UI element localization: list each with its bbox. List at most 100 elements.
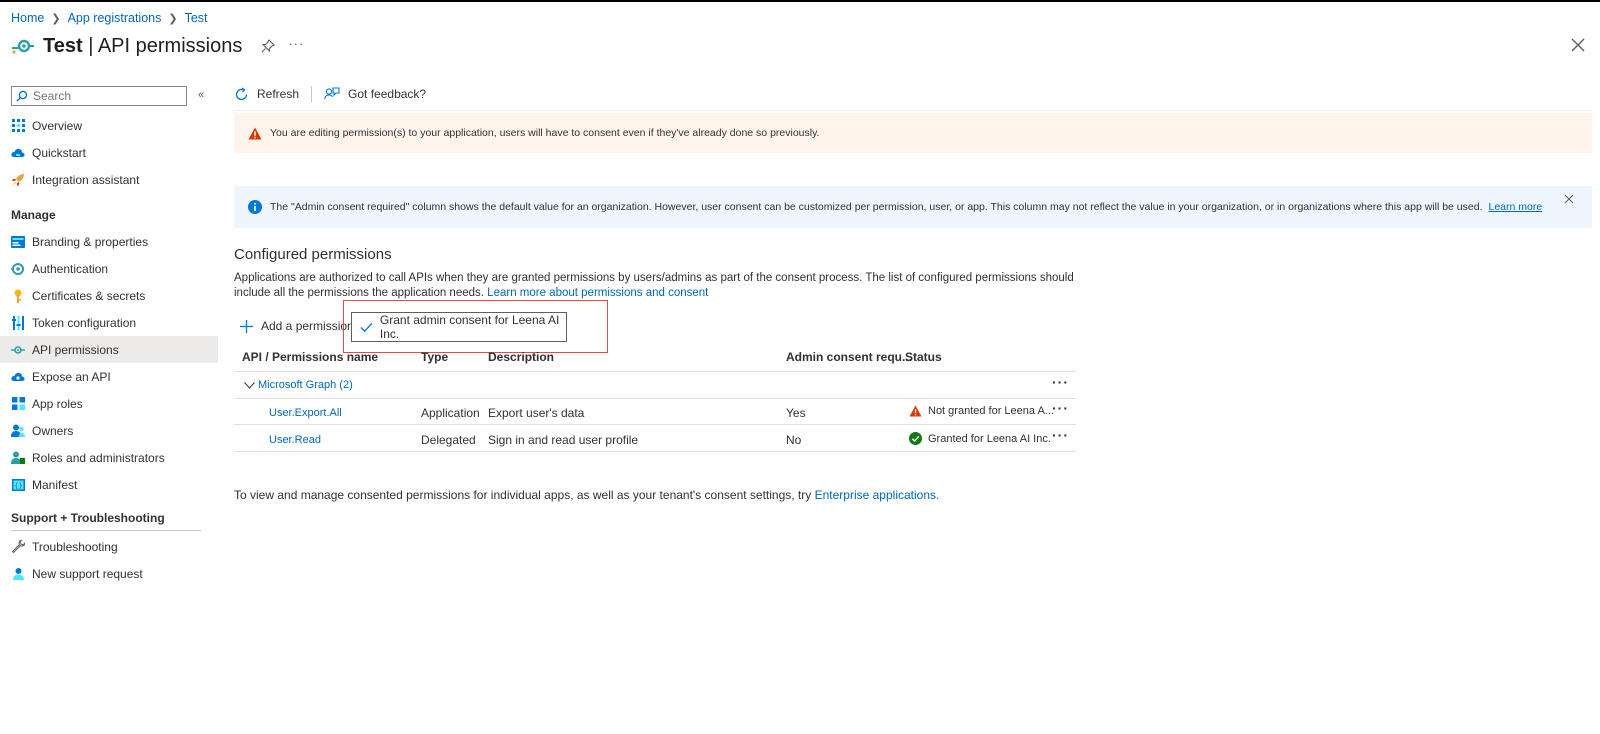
status-text: Granted for Leena AI Inc.	[928, 432, 1051, 445]
page-title-app-name: Test	[43, 34, 83, 57]
permission-status: Granted for Leena AI Inc.	[909, 432, 1051, 445]
sidebar-item-api-permissions[interactable]: API permissions	[0, 336, 218, 363]
feedback-button[interactable]: Got feedback?	[324, 86, 426, 102]
column-header-status[interactable]: Status	[905, 350, 942, 364]
sidebar-item-label: Quickstart	[32, 145, 87, 160]
sidebar-item-certificates[interactable]: Certificates & secrets	[0, 282, 218, 309]
sidebar-item-owners[interactable]: Owners	[0, 417, 218, 444]
token-icon	[11, 315, 25, 330]
page-title-suffix: | API permissions	[82, 34, 243, 57]
breadcrumb-app-registrations[interactable]: App registrations	[68, 11, 162, 25]
group-more-icon[interactable]: ···	[1052, 374, 1069, 390]
command-bar: Refresh Got feedback?	[234, 86, 426, 102]
refresh-label: Refresh	[257, 87, 300, 101]
learn-more-link[interactable]: Learn more	[1489, 201, 1543, 213]
sidebar-item-label: API permissions	[32, 342, 119, 357]
key-icon	[11, 289, 25, 303]
sidebar-item-label: Certificates & secrets	[32, 288, 146, 303]
sidebar-item-overview[interactable]: Overview	[0, 112, 218, 139]
search-input[interactable]	[33, 89, 173, 103]
warning-icon	[909, 405, 922, 417]
window-top-border	[0, 0, 1600, 2]
breadcrumb-test[interactable]: Test	[185, 11, 208, 25]
footer-period: .	[936, 488, 940, 502]
sidebar-section-manage: Manage	[11, 208, 56, 222]
learn-more-permissions-link[interactable]: Learn more about permissions and consent	[487, 287, 708, 299]
rocket-icon	[11, 173, 25, 187]
sidebar-item-label: Token configuration	[32, 315, 137, 330]
sidebar-item-label: App roles	[32, 396, 83, 411]
collapse-sidebar-icon[interactable]: «	[198, 89, 204, 101]
plus-icon	[240, 319, 253, 333]
toolbar-separator	[311, 86, 313, 102]
support-icon	[11, 567, 25, 581]
table-row-divider	[234, 424, 1076, 425]
sidebar-item-new-support-request[interactable]: New support request	[0, 560, 218, 587]
refresh-icon	[235, 86, 248, 100]
sidebar-item-manifest[interactable]: {} Manifest	[0, 471, 218, 498]
api-group-label: Microsoft Graph (2)	[258, 379, 353, 391]
info-banner-text: The "Admin consent required" column show…	[270, 201, 1483, 213]
row-more-icon[interactable]: ···	[1052, 427, 1069, 443]
sidebar-item-app-roles[interactable]: App roles	[0, 390, 218, 417]
admin-consent-required: No	[786, 433, 802, 447]
status-text: Not granted for Leena A...	[928, 405, 1054, 417]
permission-type: Application	[421, 406, 480, 420]
more-options-icon[interactable]: ···	[288, 36, 304, 51]
checkmark-icon	[360, 322, 373, 332]
api-permissions-icon	[11, 343, 25, 357]
warning-banner-text: You are editing permission(s) to your ap…	[270, 127, 820, 139]
permission-description: Sign in and read user profile	[488, 433, 639, 447]
column-header-name[interactable]: API / Permissions name	[242, 350, 378, 364]
sidebar-item-integration-assistant[interactable]: Integration assistant	[0, 166, 218, 193]
sidebar-item-authentication[interactable]: Authentication	[0, 255, 218, 282]
grant-admin-consent-button[interactable]: Grant admin consent for Leena AI Inc.	[351, 312, 567, 342]
consent-settings-text: To view and manage consented permissions…	[234, 488, 812, 502]
sidebar-item-quickstart[interactable]: Quickstart	[0, 139, 218, 166]
permission-name-link[interactable]: User.Read	[269, 434, 321, 446]
chevron-down-icon	[244, 381, 255, 389]
breadcrumb: Home ❯ App registrations ❯ Test	[11, 11, 208, 25]
branding-icon	[11, 235, 25, 249]
sidebar-search-box[interactable]	[11, 86, 187, 106]
sidebar-item-label: Roles and administrators	[32, 450, 165, 465]
search-icon	[16, 90, 28, 102]
quickstart-icon	[11, 146, 25, 160]
permission-description: Export user's data	[488, 406, 585, 420]
close-icon[interactable]	[1570, 37, 1586, 53]
pin-icon[interactable]	[260, 38, 276, 54]
chevron-right-icon: ❯	[51, 12, 61, 25]
sidebar-item-label: New support request	[32, 566, 143, 581]
api-group-microsoft-graph[interactable]: Microsoft Graph (2)	[244, 379, 353, 391]
warning-banner: You are editing permission(s) to your ap…	[234, 113, 1592, 153]
sidebar-item-expose-an-api[interactable]: Expose an API	[0, 363, 218, 390]
sidebar-item-roles-and-administrators[interactable]: Roles and administrators	[0, 444, 218, 471]
sidebar-item-label: Overview	[32, 118, 83, 133]
configured-permissions-title: Configured permissions	[234, 246, 392, 263]
column-header-type[interactable]: Type	[421, 350, 448, 364]
column-header-description[interactable]: Description	[488, 350, 554, 364]
feedback-icon	[324, 86, 340, 99]
close-icon[interactable]	[1564, 194, 1574, 204]
sidebar-item-label: Expose an API	[32, 369, 111, 384]
row-more-icon[interactable]: ···	[1052, 400, 1069, 416]
sidebar-item-troubleshooting[interactable]: Troubleshooting	[0, 533, 218, 560]
table-row-divider	[234, 398, 1076, 399]
breadcrumb-home[interactable]: Home	[11, 11, 44, 25]
permission-name-link[interactable]: User.Export.All	[269, 407, 342, 419]
manifest-icon: {}	[11, 478, 25, 492]
enterprise-applications-link[interactable]: Enterprise applications	[815, 488, 936, 502]
sidebar-item-token-configuration[interactable]: Token configuration	[0, 309, 218, 336]
add-permission-button[interactable]: Add a permission	[240, 319, 354, 333]
info-banner: The "Admin consent required" column show…	[234, 186, 1592, 228]
grant-admin-consent-label: Grant admin consent for Leena AI Inc.	[379, 313, 560, 341]
cloud-icon	[11, 370, 25, 384]
table-row-divider	[234, 451, 1076, 452]
toolbar-divider	[234, 110, 1592, 111]
sidebar-item-label: Owners	[32, 423, 74, 438]
refresh-button[interactable]: Refresh	[234, 86, 300, 102]
column-header-admin-consent[interactable]: Admin consent requ...	[786, 350, 912, 364]
app-roles-icon	[11, 397, 25, 411]
sidebar-item-branding[interactable]: Branding & properties	[0, 228, 218, 255]
add-permission-label: Add a permission	[261, 319, 354, 333]
